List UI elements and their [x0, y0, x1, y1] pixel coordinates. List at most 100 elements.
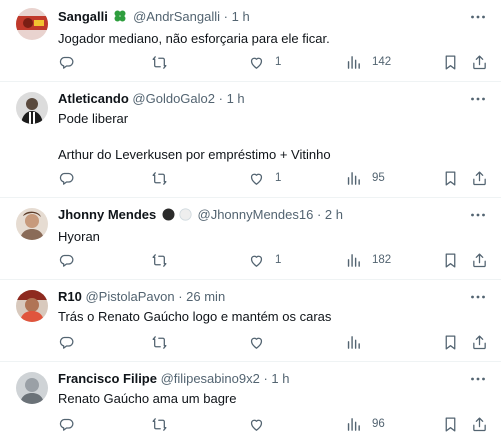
- more-icon[interactable]: [469, 288, 487, 306]
- display-name[interactable]: Jhonny Mendes: [58, 207, 156, 222]
- bookmark-icon: [445, 252, 456, 268]
- action-bar: 1 95: [58, 168, 488, 188]
- reply-button[interactable]: [58, 250, 75, 270]
- like-icon: [250, 337, 263, 349]
- retweet-button[interactable]: [151, 168, 168, 188]
- like-button[interactable]: 1: [248, 52, 281, 72]
- avatar[interactable]: [16, 290, 48, 322]
- handle[interactable]: @PistolaPavon: [85, 289, 174, 304]
- share-icon: [473, 170, 486, 185]
- tweet-text: Renato Gaúcho ama um bagre: [58, 390, 461, 408]
- handle[interactable]: @filipesabino9x2: [161, 371, 260, 386]
- separator: ·: [316, 207, 322, 222]
- views-icon: [347, 55, 360, 69]
- views-icon: [347, 335, 360, 349]
- retweet-icon: [152, 171, 167, 185]
- bookmark-button[interactable]: [442, 52, 459, 72]
- bookmark-icon: [445, 416, 456, 432]
- share-button[interactable]: [471, 52, 488, 72]
- avatar[interactable]: [16, 8, 48, 40]
- timestamp[interactable]: 1 h: [271, 371, 289, 386]
- display-name[interactable]: R10: [58, 289, 82, 304]
- retweet-button[interactable]: [151, 52, 168, 72]
- timestamp[interactable]: 1 h: [227, 91, 245, 106]
- tweet-text-line: Pode liberar: [58, 111, 129, 126]
- tweet-text-line: Hyoran: [58, 229, 100, 244]
- tweet-text: Hyoran: [58, 228, 461, 246]
- more-icon[interactable]: [469, 90, 487, 108]
- display-name[interactable]: Atleticando: [58, 91, 129, 106]
- view-count: 96: [372, 418, 385, 430]
- reply-button[interactable]: [58, 332, 75, 352]
- tweet-header: Sangalli @AndrSangalli · 1 h: [58, 8, 461, 28]
- share-icon: [473, 416, 486, 431]
- retweet-button[interactable]: [151, 250, 168, 270]
- share-button[interactable]: [471, 250, 488, 270]
- tweet-text-line: Jogador mediano, não esforçaria para ele…: [58, 31, 330, 46]
- tweet-header: Atleticando @GoldoGalo2 · 1 h: [58, 90, 461, 108]
- tweet[interactable]: Sangalli @AndrSangalli · 1 h Jogador med…: [0, 0, 501, 82]
- avatar[interactable]: [16, 208, 48, 240]
- share-button[interactable]: [471, 414, 488, 434]
- display-name[interactable]: Francisco Filipe: [58, 371, 157, 386]
- timestamp[interactable]: 2 h: [325, 207, 343, 222]
- like-button[interactable]: 1: [248, 250, 281, 270]
- views-button[interactable]: [345, 332, 372, 352]
- like-icon: [250, 173, 263, 185]
- retweet-button[interactable]: [151, 414, 168, 434]
- separator: ·: [263, 371, 268, 386]
- tweet[interactable]: Jhonny Mendes @JhonnyMendes16 · 2 h Hyor…: [0, 198, 501, 280]
- separator: ·: [218, 91, 223, 106]
- bookmark-icon: [445, 170, 456, 186]
- views-icon: [347, 171, 360, 185]
- like-button[interactable]: [248, 414, 275, 434]
- reply-button[interactable]: [58, 414, 75, 434]
- more-icon[interactable]: [469, 206, 487, 224]
- bookmark-button[interactable]: [442, 168, 459, 188]
- tweet-text: Pode liberar Arthur do Leverkusen por em…: [58, 110, 461, 164]
- share-button[interactable]: [471, 332, 488, 352]
- retweet-icon: [152, 253, 167, 267]
- more-icon[interactable]: [469, 8, 487, 26]
- bookmark-button[interactable]: [442, 250, 459, 270]
- tweet-text-line: Trás o Renato Gaúcho logo e mantém os ca…: [58, 309, 332, 324]
- tweet[interactable]: R10 @PistolaPavon · 26 min Trás o Renato…: [0, 280, 501, 362]
- handle[interactable]: @GoldoGalo2: [132, 91, 215, 106]
- like-count: 1: [275, 56, 282, 68]
- views-button[interactable]: 95: [345, 168, 385, 188]
- tweet[interactable]: Francisco Filipe @filipesabino9x2 · 1 h …: [0, 362, 501, 448]
- action-bar: 1 182: [58, 250, 488, 270]
- reply-icon: [59, 336, 74, 349]
- like-button[interactable]: 1: [248, 168, 281, 188]
- views-button[interactable]: 182: [345, 250, 391, 270]
- reply-icon: [59, 254, 74, 267]
- handle[interactable]: @AndrSangalli: [133, 9, 220, 24]
- timestamp[interactable]: 1 h: [232, 9, 250, 24]
- share-icon: [473, 334, 486, 349]
- more-icon[interactable]: [469, 370, 487, 388]
- views-icon: [347, 253, 360, 267]
- reply-button[interactable]: [58, 168, 75, 188]
- share-icon: [473, 54, 486, 69]
- display-name[interactable]: Sangalli: [58, 9, 108, 24]
- tweet-text-line: Renato Gaúcho ama um bagre: [58, 391, 237, 406]
- like-button[interactable]: [248, 332, 275, 352]
- avatar[interactable]: [16, 92, 48, 124]
- views-icon: [347, 417, 360, 431]
- bookmark-icon: [445, 334, 456, 350]
- views-button[interactable]: 142: [345, 52, 391, 72]
- tweet[interactable]: Atleticando @GoldoGalo2 · 1 h Pode liber…: [0, 82, 501, 198]
- retweet-icon: [152, 417, 167, 431]
- share-button[interactable]: [471, 168, 488, 188]
- bookmark-button[interactable]: [442, 332, 459, 352]
- reply-icon: [59, 418, 74, 431]
- avatar[interactable]: [16, 372, 48, 404]
- timestamp[interactable]: 26 min: [186, 289, 225, 304]
- tweet-text-line: Arthur do Leverkusen por empréstimo + Vi…: [58, 147, 331, 162]
- retweet-button[interactable]: [151, 332, 168, 352]
- bookmark-button[interactable]: [442, 414, 459, 434]
- bookmark-icon: [445, 54, 456, 70]
- views-button[interactable]: 96: [345, 414, 385, 434]
- handle[interactable]: @JhonnyMendes16: [198, 207, 314, 222]
- reply-button[interactable]: [58, 52, 75, 72]
